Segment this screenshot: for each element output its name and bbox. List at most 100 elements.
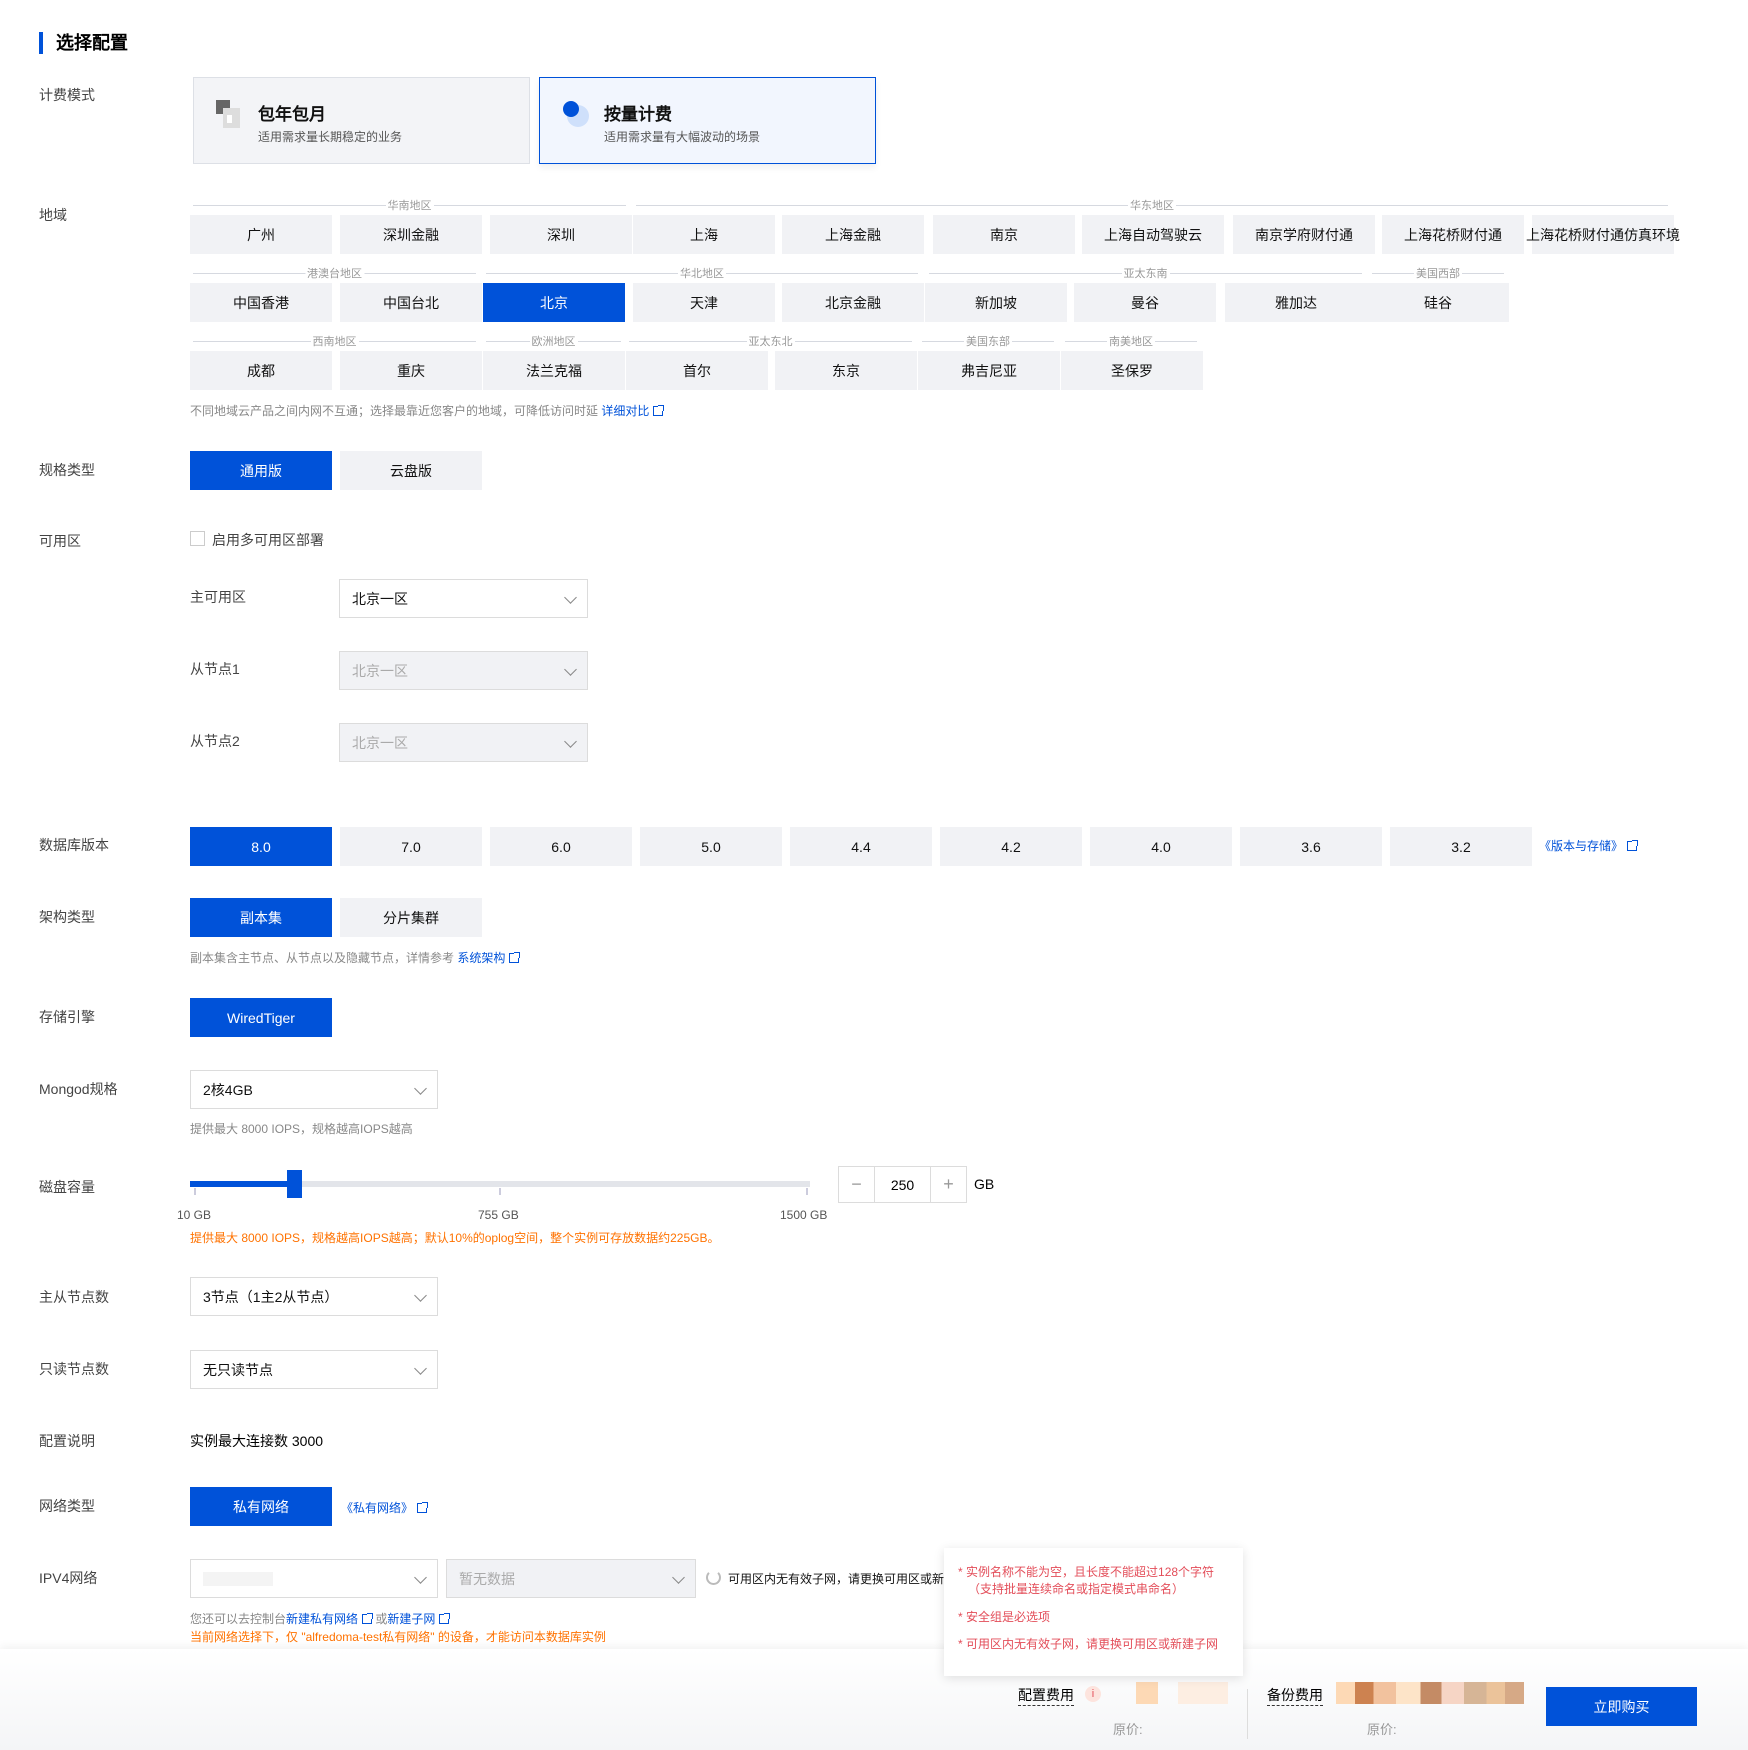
- db-version-button[interactable]: 6.0: [490, 827, 632, 866]
- chevron-down-icon: [564, 591, 577, 604]
- region-button[interactable]: 雅加达: [1225, 283, 1367, 322]
- config-desc-value: 实例最大连接数 3000: [190, 1433, 324, 1449]
- db-version-button[interactable]: 5.0: [640, 827, 782, 866]
- calendar-icon: [216, 100, 240, 128]
- minus-button[interactable]: −: [839, 1167, 875, 1202]
- region-button[interactable]: 上海: [633, 215, 775, 254]
- arch-replica-button[interactable]: 副本集: [190, 898, 332, 937]
- region-group-label: 亚太东南: [929, 265, 1362, 281]
- region-group-label: 华南地区: [193, 197, 626, 213]
- private-network-button[interactable]: 私有网络: [190, 1487, 332, 1526]
- chevron-down-icon: [414, 1571, 427, 1584]
- new-vpc-link[interactable]: 新建私有网络: [286, 1612, 374, 1626]
- external-link-icon: [362, 1613, 374, 1624]
- page-title: 选择配置: [39, 32, 128, 54]
- new-subnet-link[interactable]: 新建子网: [387, 1612, 451, 1626]
- refresh-icon[interactable]: [706, 1570, 721, 1585]
- spec-general-button[interactable]: 通用版: [190, 451, 332, 490]
- billing-title: 按量计费: [604, 105, 672, 124]
- db-version-button[interactable]: 3.2: [1390, 827, 1532, 866]
- info-icon[interactable]: i: [1085, 1686, 1101, 1702]
- version-storage-link[interactable]: 《版本与存储》: [1539, 837, 1639, 854]
- label-readonly: 只读节点数: [39, 1361, 109, 1377]
- slave2-label: 从节点2: [190, 733, 240, 749]
- slave1-label: 从节点1: [190, 661, 240, 677]
- billing-card-payg[interactable]: 按量计费 适用需求量有大幅波动的场景: [539, 77, 876, 164]
- region-button[interactable]: 南京: [933, 215, 1075, 254]
- disk-stepper[interactable]: − 250 +: [838, 1166, 967, 1203]
- region-button[interactable]: 弗吉尼亚: [918, 351, 1060, 390]
- error-item: * 可用区内无有效子网，请更换可用区或新建子网: [958, 1637, 1219, 1651]
- private-network-link[interactable]: 《私有网络》: [341, 1499, 429, 1516]
- region-button[interactable]: 中国香港: [190, 283, 332, 322]
- blurred-price: [1178, 1682, 1228, 1704]
- region-button[interactable]: 新加坡: [925, 283, 1067, 322]
- external-link-icon: [439, 1613, 451, 1624]
- region-button[interactable]: 深圳金融: [340, 215, 482, 254]
- nodes-select[interactable]: 3节点（1主2从节点）: [190, 1277, 438, 1316]
- tick-mark: [806, 1188, 808, 1195]
- tick-mark: [194, 1188, 196, 1195]
- slave1-zone-select: 北京一区: [339, 651, 588, 690]
- buy-now-button[interactable]: 立即购买: [1546, 1687, 1697, 1726]
- region-button[interactable]: 东京: [775, 351, 917, 390]
- region-note: 不同地域云产品之间内网不互通；选择最靠近您客户的地域，可降低访问时延 详细对比: [190, 402, 665, 419]
- region-group-label: 南美地区: [1065, 333, 1197, 349]
- disk-input[interactable]: 250: [875, 1167, 930, 1202]
- region-button[interactable]: 上海金融: [782, 215, 924, 254]
- billing-title: 包年包月: [258, 105, 326, 124]
- region-button[interactable]: 上海花桥财付通仿真环境: [1526, 215, 1680, 254]
- multi-az-label: 启用多可用区部署: [212, 532, 324, 548]
- vpc-select[interactable]: [190, 1559, 438, 1598]
- db-version-button[interactable]: 8.0: [190, 827, 332, 866]
- region-button[interactable]: 上海花桥财付通: [1382, 215, 1524, 254]
- subnet-select[interactable]: 暂无数据: [446, 1559, 696, 1598]
- tick-label-min: 10 GB: [177, 1208, 212, 1222]
- region-button[interactable]: 北京: [483, 283, 625, 322]
- region-button[interactable]: 圣保罗: [1061, 351, 1203, 390]
- multi-az-checkbox[interactable]: [190, 531, 205, 546]
- readonly-select[interactable]: 无只读节点: [190, 1350, 438, 1389]
- region-button[interactable]: 重庆: [340, 351, 482, 390]
- backup-fee-label: 备份费用: [1267, 1685, 1323, 1706]
- label-disk: 磁盘容量: [39, 1179, 95, 1195]
- region-button[interactable]: 中国台北: [340, 283, 482, 322]
- region-button[interactable]: 深圳: [490, 215, 632, 254]
- engine-wiredtiger-button[interactable]: WiredTiger: [190, 998, 332, 1037]
- region-compare-link[interactable]: 详细对比: [601, 404, 665, 418]
- region-button[interactable]: 南京学府财付通: [1233, 215, 1375, 254]
- billing-card-monthly[interactable]: 包年包月 适用需求量长期稳定的业务: [193, 77, 530, 164]
- plus-button[interactable]: +: [930, 1167, 966, 1202]
- db-version-button[interactable]: 7.0: [340, 827, 482, 866]
- billing-desc: 适用需求量长期稳定的业务: [258, 130, 403, 144]
- error-item: * 实例名称不能为空，且长度不能超过128个字符（支持批量连续命名或指定模式串命…: [958, 1565, 1215, 1596]
- region-button[interactable]: 首尔: [626, 351, 768, 390]
- arch-note: 副本集含主节点、从节点以及隐藏节点，详情参考 系统架构: [190, 949, 521, 966]
- region-button[interactable]: 北京金融: [782, 283, 924, 322]
- region-group-label: 欧洲地区: [486, 333, 621, 349]
- mongod-note: 提供最大 8000 IOPS，规格越高IOPS越高: [190, 1122, 413, 1136]
- external-link-icon: [1627, 840, 1639, 851]
- disk-slider-handle[interactable]: [286, 1170, 302, 1198]
- primary-zone-select[interactable]: 北京一区: [339, 579, 588, 618]
- db-version-button[interactable]: 3.6: [1240, 827, 1382, 866]
- region-button[interactable]: 曼谷: [1074, 283, 1216, 322]
- db-version-button[interactable]: 4.2: [940, 827, 1082, 866]
- chevron-down-icon: [414, 1082, 427, 1095]
- arch-shard-button[interactable]: 分片集群: [340, 898, 482, 937]
- mongod-spec-select[interactable]: 2核4GB: [190, 1070, 438, 1109]
- db-version-button[interactable]: 4.4: [790, 827, 932, 866]
- orig-price-label: 原价:: [1367, 1722, 1397, 1737]
- region-button[interactable]: 硅谷: [1367, 283, 1509, 322]
- primary-zone-label: 主可用区: [190, 589, 246, 605]
- spec-cloud-disk-button[interactable]: 云盘版: [340, 451, 482, 490]
- system-arch-link[interactable]: 系统架构: [457, 951, 521, 965]
- region-button[interactable]: 广州: [190, 215, 332, 254]
- region-button[interactable]: 天津: [633, 283, 775, 322]
- region-button[interactable]: 成都: [190, 351, 332, 390]
- region-button[interactable]: 法兰克福: [483, 351, 625, 390]
- label-network: 网络类型: [39, 1498, 95, 1514]
- region-button[interactable]: 上海自动驾驶云: [1082, 215, 1224, 254]
- region-group-label: 港澳台地区: [193, 265, 476, 281]
- db-version-button[interactable]: 4.0: [1090, 827, 1232, 866]
